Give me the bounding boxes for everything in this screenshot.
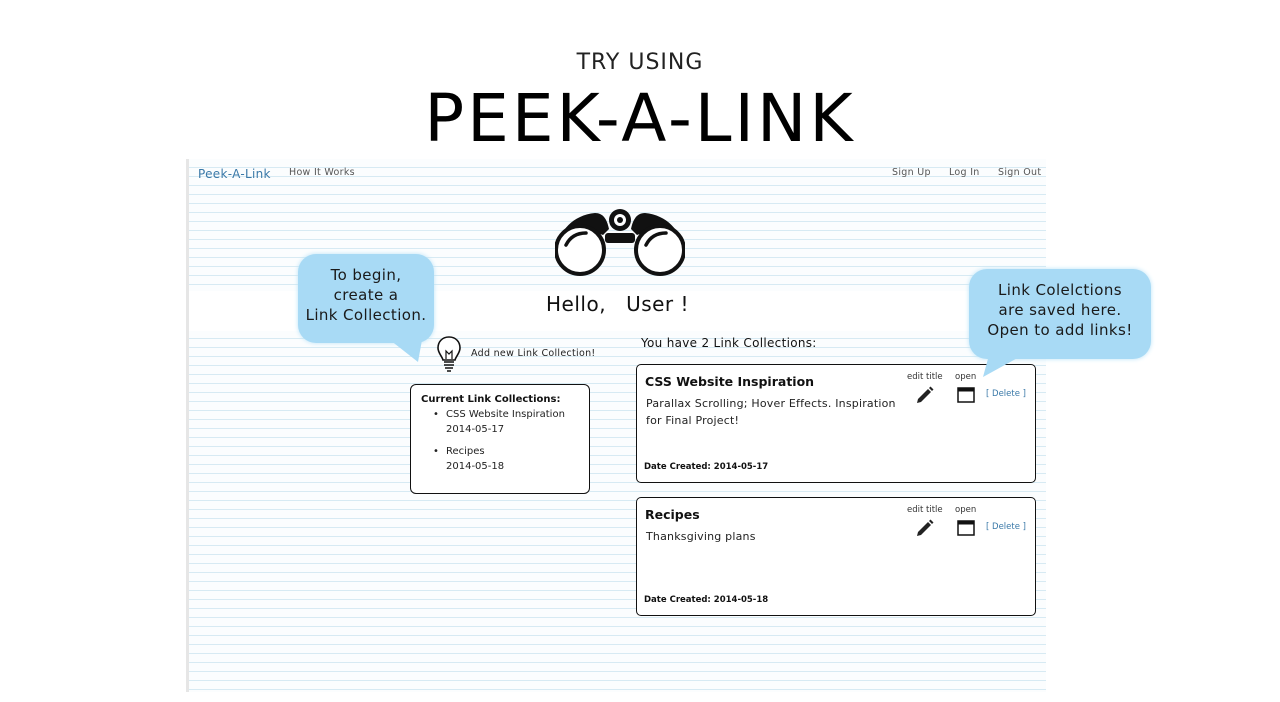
open-label: open [955, 505, 977, 515]
collection-list-item-name: Recipes [446, 446, 485, 457]
window-icon[interactable] [957, 387, 975, 403]
card-date: Date Created: 2014-05-17 [644, 462, 768, 472]
delete-button[interactable]: [ Delete ] [986, 522, 1026, 532]
greeting-hello: Hello, [546, 292, 607, 316]
card-description: Thanksgiving plans [646, 530, 756, 543]
slide-title: PEEK-A-LINK [424, 80, 856, 157]
nav-how-it-works[interactable]: How It Works [289, 167, 355, 178]
callout-left-line: Link Collection. [305, 306, 427, 324]
callout-right-line: Open to add links! [987, 321, 1133, 339]
card-date-label: Date Created: [644, 595, 711, 605]
greeting: Hello, User ! [546, 292, 689, 316]
card-date-value: 2014-05-18 [713, 595, 769, 605]
card-title: CSS Website Inspiration [645, 374, 815, 389]
nav-log-in[interactable]: Log In [949, 167, 980, 178]
card-date-label: Date Created: [644, 462, 711, 472]
binoculars-icon [555, 209, 685, 276]
pencil-icon[interactable] [915, 385, 935, 405]
callout-right-line: Link Colelctions [998, 281, 1122, 299]
collection-list-item[interactable]: Recipes 2014-05-18 [433, 444, 579, 474]
app-screenshot: Peek-A-Link How It Works Sign Up Log In … [186, 159, 1046, 692]
current-collections-heading: Current Link Collections: [421, 394, 561, 405]
slide-kicker: TRY USING [576, 50, 704, 75]
collection-card: CSS Website Inspiration Parallax Scrolli… [636, 364, 1036, 483]
collection-list-item-date: 2014-05-17 [446, 424, 505, 435]
callout-left-tail [390, 340, 422, 362]
callout-left: To begin, create a Link Collection. [298, 254, 434, 362]
current-collections-panel: Current Link Collections: CSS Website In… [410, 384, 590, 494]
collection-list-item[interactable]: CSS Website Inspiration 2014-05-17 [433, 407, 579, 437]
collection-card: Recipes Thanksgiving plans edit title op… [636, 497, 1036, 616]
delete-button[interactable]: [ Delete ] [986, 389, 1026, 399]
card-date-value: 2014-05-17 [713, 462, 769, 472]
nav-sign-up[interactable]: Sign Up [892, 167, 931, 178]
collection-list-item-name: CSS Website Inspiration [446, 409, 565, 420]
add-collection-label: Add new Link Collection! [471, 348, 596, 359]
card-description: Parallax Scrolling; Hover Effects. Inspi… [646, 397, 896, 427]
open-label: open [955, 372, 977, 382]
callout-left-line: create a [333, 286, 399, 304]
callout-right: Link Colelctions are saved here. Open to… [969, 269, 1151, 377]
callout-left-line: To begin, [330, 266, 402, 284]
callout-right-tail [983, 355, 1023, 377]
lightbulb-icon [437, 336, 461, 372]
card-title: Recipes [645, 507, 700, 522]
window-icon[interactable] [957, 520, 975, 536]
edit-title-label: edit title [907, 372, 943, 382]
collection-count: You have 2 Link Collections: [641, 336, 817, 350]
callout-right-line: are saved here. [998, 301, 1122, 319]
card-date: Date Created: 2014-05-18 [644, 595, 768, 605]
pencil-icon[interactable] [915, 518, 935, 538]
collection-list-item-date: 2014-05-18 [446, 461, 505, 472]
greeting-user-name: User ! [626, 292, 690, 316]
brand-link[interactable]: Peek-A-Link [198, 167, 271, 181]
nav-sign-out[interactable]: Sign Out [998, 167, 1041, 178]
edit-title-label: edit title [907, 505, 943, 515]
